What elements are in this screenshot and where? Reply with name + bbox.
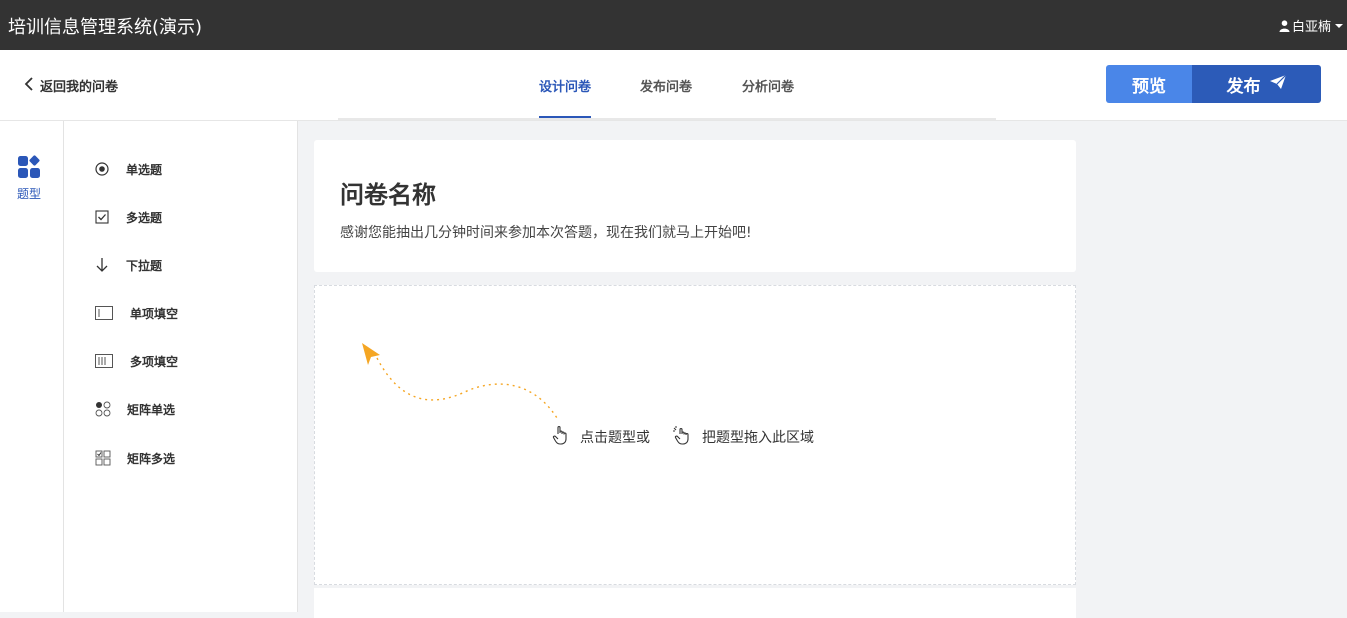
nav-bar: 返回我的问卷 设计问卷 发布问卷 分析问卷 预览 发布 [0, 50, 1347, 121]
qtype-single-fill-blank[interactable]: 单项填空 [94, 303, 178, 323]
left-icon-bar: 题型 [0, 121, 64, 612]
matrix-radio-icon [94, 401, 111, 417]
arrow-down-icon [94, 257, 110, 273]
qtype-label: 多项填空 [130, 354, 179, 369]
user-name: 白亚楠 [1291, 20, 1331, 35]
qtype-dropdown[interactable]: 下拉题 [94, 255, 162, 275]
qtype-label: 多选题 [126, 210, 163, 225]
hand-drag-icon [672, 425, 692, 449]
tab-bar: 设计问卷 发布问卷 分析问卷 [338, 50, 996, 120]
hand-pointer-icon [552, 425, 570, 449]
tab-design-survey[interactable]: 设计问卷 [539, 76, 591, 95]
publish-button[interactable]: 发布 [1192, 65, 1321, 103]
user-icon [1279, 19, 1290, 32]
survey-header-card[interactable]: 问卷名称 感谢您能抽出几分钟时间来参加本次答题，现在我们就马上开始吧! [314, 140, 1076, 272]
question-types-nav[interactable]: 题型 [14, 155, 44, 202]
question-types-icon [16, 155, 42, 183]
hint-drag-text: 把题型拖入此区域 [702, 430, 814, 446]
chevron-left-icon [24, 76, 34, 95]
back-to-my-surveys-link[interactable]: 返回我的问卷 [24, 76, 118, 95]
single-input-icon [94, 305, 114, 321]
tab-analyze-survey[interactable]: 分析问卷 [742, 76, 794, 95]
qtype-multi-fill-blank[interactable]: 多项填空 [94, 351, 178, 371]
qtype-label: 下拉题 [126, 258, 163, 273]
survey-description[interactable]: 感谢您能抽出几分钟时间来参加本次答题，现在我们就马上开始吧! [340, 222, 752, 242]
question-types-label: 题型 [16, 187, 41, 201]
tab-publish-survey[interactable]: 发布问卷 [640, 76, 692, 95]
multi-input-icon [94, 353, 114, 369]
qtype-label: 矩阵单选 [127, 402, 176, 417]
preview-button[interactable]: 预览 [1106, 65, 1192, 103]
qtype-label: 单项填空 [130, 306, 179, 321]
qtype-label: 单选题 [126, 162, 163, 177]
next-card [314, 588, 1076, 618]
drop-zone-hint: 点击题型或 把题型拖入此区域 [552, 425, 814, 449]
active-tab-indicator [539, 116, 591, 118]
qtype-matrix-single[interactable]: 矩阵单选 [94, 399, 175, 419]
qtype-label: 矩阵多选 [127, 451, 176, 466]
app-title: 培训信息管理系统(演示) [8, 17, 203, 38]
hint-arrow-icon [362, 343, 558, 419]
action-buttons: 预览 发布 [1106, 65, 1321, 103]
hint-click-text: 点击题型或 [580, 430, 650, 446]
question-drop-zone[interactable]: 点击题型或 把题型拖入此区域 [314, 285, 1076, 585]
publish-label: 发布 [1226, 76, 1261, 97]
qtype-multiple-choice[interactable]: 多选题 [94, 207, 162, 227]
matrix-checkbox-icon [94, 450, 111, 466]
radio-icon [94, 161, 110, 177]
user-menu[interactable]: 白亚楠 [1279, 16, 1343, 35]
qtype-single-choice[interactable]: 单选题 [94, 159, 162, 179]
paper-plane-icon [1269, 74, 1287, 95]
chevron-down-icon [1335, 23, 1343, 28]
checkbox-icon [94, 209, 110, 225]
qtype-matrix-multiple[interactable]: 矩阵多选 [94, 448, 175, 468]
survey-title[interactable]: 问卷名称 [340, 175, 436, 210]
top-bar: 培训信息管理系统(演示) 白亚楠 [0, 0, 1347, 50]
back-label: 返回我的问卷 [40, 80, 119, 95]
question-type-panel: 单选题 多选题 下拉题 单项填空 多项填空 矩阵单选 矩阵多选 [64, 121, 298, 612]
